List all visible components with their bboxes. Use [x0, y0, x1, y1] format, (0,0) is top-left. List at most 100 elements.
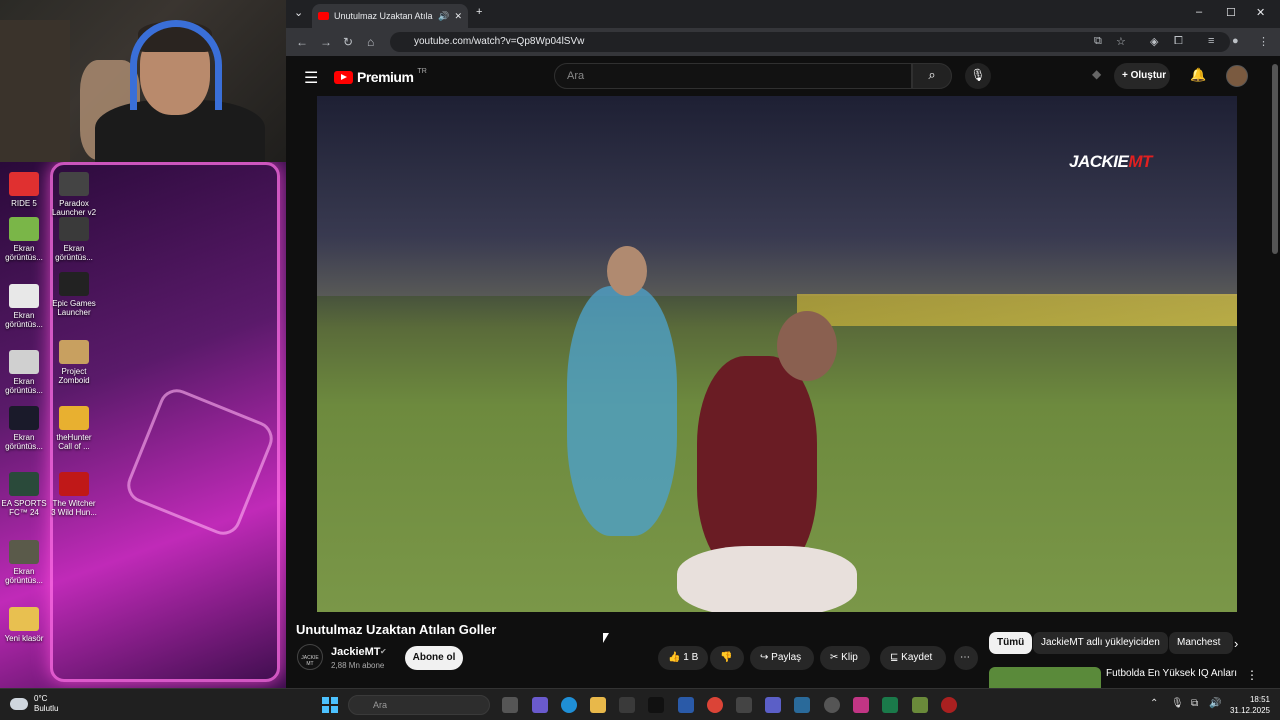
extension-icon[interactable]: ◈ [1150, 35, 1158, 48]
search-input[interactable]: Ara [554, 63, 912, 89]
desktop-icon[interactable]: Ekran görüntüs... [50, 217, 98, 262]
minimize-icon[interactable]: – [1196, 6, 1202, 18]
weather-widget[interactable]: 0°C Bulutlu [10, 694, 58, 714]
youtube-header: ☰ Premium TR Ara ⌕ 🎙 ◆ + Oluştur 🔔 [286, 56, 1280, 96]
close-window-icon[interactable]: ✕ [1256, 6, 1265, 19]
chrome-icon[interactable] [707, 697, 723, 713]
tab-search-icon[interactable]: ⌄ [294, 6, 303, 19]
store-icon[interactable] [619, 697, 635, 713]
edge-icon[interactable] [561, 697, 577, 713]
desktop-icon[interactable]: Ekran görüntüs... [0, 284, 48, 329]
verified-icon: ✔ [380, 647, 387, 656]
desktop-icon[interactable]: Ekran görüntüs... [0, 406, 48, 451]
desktop-icon[interactable]: Ekran görüntüs... [0, 350, 48, 395]
extensions-puzzle-icon[interactable]: ⧠ [1174, 35, 1183, 48]
copilot-icon[interactable] [532, 697, 548, 713]
minecraft-icon[interactable] [912, 697, 928, 713]
cast-icon[interactable]: ◆ [1092, 67, 1101, 81]
file-explorer-icon[interactable] [590, 697, 606, 713]
browser-menu-icon[interactable]: ⋮ [1258, 35, 1269, 48]
desktop-icon[interactable]: RIDE 5 [0, 172, 48, 208]
subscribe-button[interactable]: Abone ol [405, 646, 463, 670]
mail-icon[interactable] [678, 697, 694, 713]
app-icon-2[interactable] [882, 697, 898, 713]
notepad-icon[interactable] [736, 697, 752, 713]
desktop-icon-label: Epic Games Launcher [52, 299, 96, 317]
bookmark-star-icon[interactable]: ☆ [1116, 35, 1126, 48]
cloud-icon [10, 698, 28, 710]
desktop-icon[interactable]: EA SPORTS FC™ 24 [0, 472, 48, 517]
network-icon[interactable]: ⧉ [1191, 698, 1198, 709]
channel-avatar[interactable]: JACKIE MT [297, 644, 323, 670]
start-button[interactable] [322, 697, 338, 713]
save-button[interactable]: ⊑ Kaydet [880, 646, 946, 670]
desktop-icon[interactable]: Epic Games Launcher [50, 272, 98, 317]
like-count: 1 B [683, 652, 699, 663]
home-icon[interactable]: ⌂ [367, 35, 374, 49]
share-icon: ↪ [760, 652, 769, 663]
desktop-icon-image [59, 172, 89, 196]
tray-mic-icon[interactable]: 🎙 [1171, 698, 1184, 709]
volume-icon[interactable]: 🔊 [1209, 698, 1221, 709]
app-icon-1[interactable] [794, 697, 810, 713]
chip-all[interactable]: Tümü [989, 632, 1033, 654]
tiktok-icon[interactable] [648, 697, 664, 713]
video-player[interactable]: JACKIEMT [317, 96, 1237, 612]
watermark-mt: MT [1128, 152, 1152, 171]
desktop-icon[interactable]: Project Zomboid [50, 340, 98, 385]
taskbar-search[interactable]: Ara [348, 695, 490, 715]
recommended-thumbnail[interactable] [989, 667, 1101, 688]
scissors-icon: ✂ [830, 652, 839, 663]
forward-icon[interactable]: → [320, 35, 332, 49]
youtube-premium-logo[interactable]: Premium TR [334, 68, 427, 85]
reading-list-icon[interactable]: ≡ [1208, 35, 1214, 47]
chevron-right-icon[interactable]: › [1234, 636, 1238, 651]
tray-chevron-icon[interactable]: ⌃ [1150, 698, 1158, 709]
reload-icon[interactable]: ↻ [343, 35, 353, 49]
save-label: Kaydet [901, 652, 933, 663]
desktop-icon[interactable]: Yeni klasör [0, 607, 48, 643]
recommended-title[interactable]: Futbolda En Yüksek IQ Anları [1106, 668, 1237, 679]
new-tab-icon[interactable]: + [476, 6, 482, 18]
voice-search-button[interactable]: 🎙 [965, 63, 991, 89]
speaker-icon[interactable]: 🔊 [438, 11, 449, 22]
steam-icon[interactable] [824, 697, 840, 713]
notifications-bell-icon[interactable]: 🔔 [1190, 67, 1206, 83]
account-avatar[interactable] [1226, 65, 1248, 87]
more-actions-button[interactable]: ⋯ [954, 646, 978, 670]
desktop-icon[interactable]: Ekran görüntüs... [0, 217, 48, 262]
chip-from-uploader[interactable]: JackieMT adlı yükleyiciden [1033, 632, 1168, 654]
desktop-icon-label: RIDE 5 [11, 199, 37, 208]
recommended-menu-icon[interactable]: ⋮ [1246, 668, 1258, 682]
maximize-icon[interactable]: ☐ [1226, 6, 1236, 19]
tab-youtube[interactable]: Unutulmaz Uzaktan Atılan G 🔊 ✕ [312, 4, 468, 28]
clock[interactable]: 18:51 31.12.2025 [1230, 694, 1270, 716]
desktop-icon-label: Ekran görüntüs... [5, 567, 43, 585]
hamburger-menu-icon[interactable]: ☰ [304, 68, 318, 88]
back-icon[interactable]: ← [296, 35, 308, 49]
youtube-favicon [318, 12, 329, 20]
share-button[interactable]: ↪ Paylaş [750, 646, 814, 670]
channel-name[interactable]: JackieMT [331, 646, 381, 658]
desktop-icon[interactable]: Ekran görüntüs... [0, 540, 48, 585]
page-scrollbar[interactable] [1270, 56, 1280, 688]
instagram-icon[interactable] [853, 697, 869, 713]
desktop-icon[interactable]: Paradox Launcher v2 [50, 172, 98, 217]
search-button[interactable]: ⌕ [912, 63, 952, 89]
scrollbar-thumb[interactable] [1272, 64, 1278, 254]
clip-button[interactable]: ✂ Klip [820, 646, 870, 670]
chip-manchester[interactable]: Manchest [1169, 632, 1233, 654]
dislike-button[interactable]: 👎 [710, 646, 744, 670]
teams-icon[interactable] [765, 697, 781, 713]
like-button[interactable]: 👍 1 B [658, 646, 708, 670]
task-view-icon[interactable] [502, 697, 518, 713]
url-field[interactable]: youtube.com/watch?v=Qp8Wp04lSVw [390, 32, 1230, 52]
profile-icon[interactable]: ● [1232, 35, 1239, 47]
create-button[interactable]: + Oluştur [1114, 63, 1170, 89]
app-icon-3[interactable] [941, 697, 957, 713]
clip-label: Klip [841, 652, 858, 663]
desktop-icon[interactable]: The Witcher 3 Wild Hun... [50, 472, 98, 517]
desktop-icon[interactable]: theHunter Call of ... [50, 406, 98, 451]
install-app-icon[interactable]: ⧉ [1094, 35, 1102, 48]
close-tab-icon[interactable]: ✕ [454, 11, 462, 22]
